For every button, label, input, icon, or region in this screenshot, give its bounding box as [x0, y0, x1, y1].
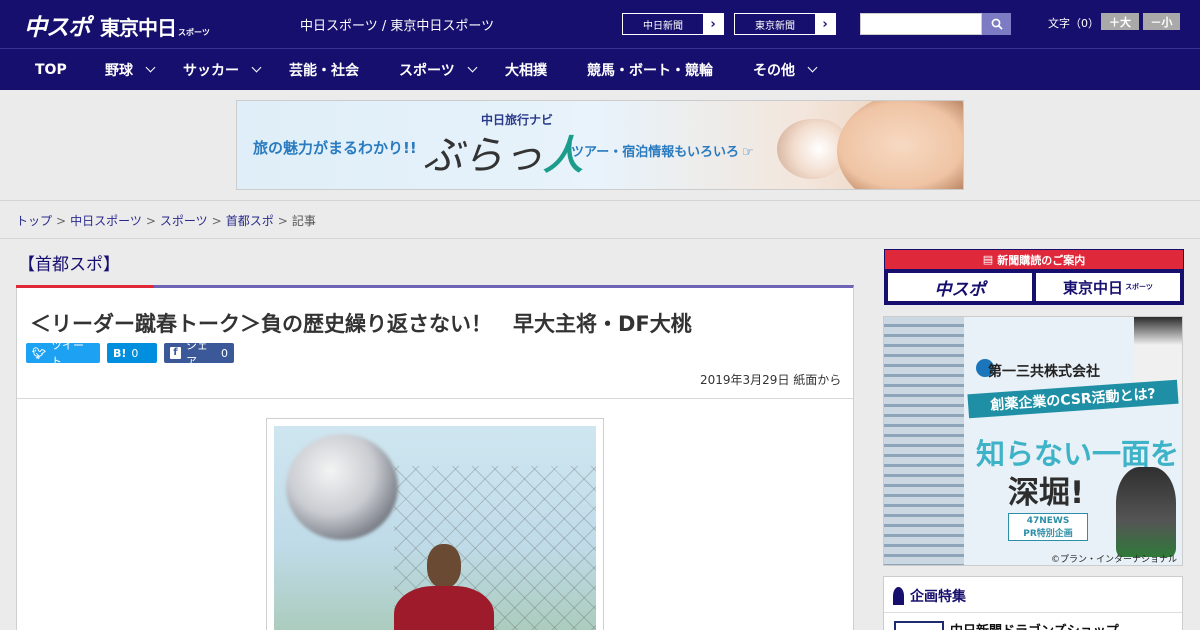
nav-item-top[interactable]: TOP — [35, 49, 67, 90]
tokyo-shinbun-link[interactable]: 東京新聞 › — [734, 13, 836, 35]
breadcrumb-separator: > — [56, 214, 67, 228]
nav-item-other[interactable]: その他 — [753, 49, 818, 90]
breadcrumb-top[interactable]: トップ — [16, 214, 52, 228]
tokyo-chunichi-logo-link[interactable]: 東京中日 スポーツ — [1036, 273, 1180, 301]
nav-label: 競馬・ボート・競輪 — [587, 62, 713, 79]
ext-link-label: 東京新聞 — [755, 20, 795, 32]
logo-chunichi: 中スポ — [24, 15, 91, 41]
sidebar-ad[interactable]: 第一三共株式会社 創薬企業のCSR活動とは? 知らない一面を 深堀! 47NEW… — [883, 316, 1183, 566]
travel-banner-ad[interactable]: 旅の魅力がまるわかり!! 中日旅行ナビ ぶらっ人 ツアー・宿泊情報もいろいろ ☞ — [236, 100, 964, 190]
nav-item-racing[interactable]: 競馬・ボート・競輪 — [587, 49, 713, 90]
logo-sub: スポーツ — [178, 28, 210, 37]
pr-line-2: PR特別企画 — [1023, 528, 1073, 539]
site-logo[interactable]: 中スポ 東京中日 スポーツ — [24, 8, 210, 41]
article-dateline: 2019年3月29日 紙面から — [700, 373, 842, 387]
font-size-label: 文字（0） — [1048, 17, 1099, 30]
nav-item-baseball[interactable]: 野球 — [105, 49, 156, 90]
logo-tokyo: 東京中日 — [100, 16, 177, 40]
feature-thumbnail[interactable] — [894, 621, 944, 630]
hatena-bookmark-button[interactable]: B! 0 — [107, 343, 157, 363]
breadcrumb-separator: > — [277, 214, 288, 228]
features-heading-label: 企画特集 — [910, 589, 966, 605]
chevron-down-icon — [807, 62, 818, 73]
article-headline: ＜リーダー蹴春トーク＞負の歴史繰り返さない！ 早大主将・DF大桃 — [30, 312, 692, 336]
soccer-ball — [286, 434, 398, 540]
pointing-hand-icon: ☞ — [741, 145, 754, 160]
newspaper-icon: ▤ — [982, 253, 994, 266]
breadcrumb-sports[interactable]: スポーツ — [160, 214, 208, 228]
banner-left-text: 旅の魅力がまるわかり!! — [253, 139, 417, 157]
logo-b-main: 東京中日 — [1063, 278, 1124, 297]
breadcrumb-bar: トップ > 中日スポーツ > スポーツ > 首都スポ > 記事 — [0, 200, 1200, 239]
article-photo[interactable] — [274, 426, 596, 630]
chevron-down-icon — [251, 62, 262, 73]
chevron-down-icon — [467, 62, 478, 73]
ad-headline-2: 深堀! — [1008, 475, 1085, 511]
main-nav: TOP 野球 サッカー 芸能・社会 スポーツ 大相撲 競馬・ボート・競輪 その他 — [0, 48, 1200, 90]
breadcrumb-shuto-supo[interactable]: 首都スポ — [226, 214, 274, 228]
ext-link-label: 中日新聞 — [643, 20, 683, 32]
banner-right-label: ツアー・宿泊情報もいろいろ — [571, 145, 739, 160]
chuspo-logo-link[interactable]: 中スポ — [888, 273, 1032, 301]
search-icon — [991, 18, 1003, 30]
player-head — [427, 544, 461, 588]
runner-image — [1116, 467, 1176, 557]
nav-item-sports[interactable]: スポーツ — [399, 49, 478, 90]
nav-label: その他 — [753, 62, 795, 79]
fb-share-count: 0 — [221, 346, 228, 360]
ribbon-icon — [893, 587, 904, 605]
player-jersey — [394, 586, 494, 630]
banner-brand: ぶらっ人 — [423, 123, 583, 181]
chevron-right-icon: › — [815, 14, 835, 34]
tweet-label: ツイート — [50, 339, 84, 368]
hatena-icon: B! — [113, 346, 127, 360]
nav-item-soccer[interactable]: サッカー — [183, 49, 262, 90]
features-divider — [884, 612, 1182, 613]
article-divider — [17, 398, 853, 399]
facebook-icon: f — [170, 347, 181, 359]
pr-line-1: 47NEWS — [1026, 515, 1070, 526]
font-increase-button[interactable]: ＋大 — [1101, 13, 1139, 30]
ad-credit: ©プラン・インターナショナル — [1051, 555, 1178, 565]
nav-item-entertainment[interactable]: 芸能・社会 — [289, 49, 359, 90]
nav-label: 芸能・社会 — [289, 62, 359, 79]
features-heading: 企画特集 — [893, 586, 966, 606]
nav-label: サッカー — [183, 62, 239, 79]
search-input[interactable] — [860, 13, 982, 35]
subscription-heading: ▤ 新聞購読のご案内 — [885, 250, 1183, 269]
font-decrease-button[interactable]: －小 — [1143, 13, 1180, 30]
breadcrumb-chunichi-sports[interactable]: 中日スポーツ — [70, 214, 142, 228]
nav-label: TOP — [35, 61, 67, 78]
chevron-down-icon — [145, 62, 156, 73]
search-button[interactable] — [982, 13, 1011, 35]
hatena-count: 0 — [131, 346, 139, 360]
nav-label: 野球 — [105, 62, 133, 79]
category-accent-line — [16, 285, 154, 288]
twitter-icon: 🐦︎ — [32, 346, 46, 360]
top-header: 中スポ 東京中日 スポーツ 中日スポーツ / 東京中日スポーツ 中日新聞 › 東… — [0, 0, 1200, 48]
feature-item-link[interactable]: 中日新聞ドラゴンズショップ — [950, 620, 1119, 630]
breadcrumb-current: 記事 — [291, 214, 316, 228]
nav-label: 大相撲 — [505, 62, 547, 79]
chevron-right-icon: › — [703, 14, 723, 34]
category-title: 【首都スポ】 — [18, 255, 120, 275]
breadcrumb-separator: > — [211, 214, 222, 228]
banner-right-text: ツアー・宿泊情報もいろいろ ☞ — [571, 141, 754, 160]
nav-item-sumo[interactable]: 大相撲 — [505, 49, 547, 90]
breadcrumb: トップ > 中日スポーツ > スポーツ > 首都スポ > 記事 — [16, 212, 316, 229]
chunichi-shinbun-link[interactable]: 中日新聞 › — [622, 13, 724, 35]
ad-company: 第一三共株式会社 — [988, 364, 1100, 380]
subscription-heading-label: 新聞購読のご案内 — [997, 253, 1086, 267]
logo-b-sub: スポーツ — [1125, 283, 1153, 291]
facebook-share-button[interactable]: f シェア 0 — [164, 339, 234, 368]
building-image — [884, 317, 964, 565]
nav-label: スポーツ — [399, 62, 455, 79]
pr-badge: 47NEWS PR特別企画 — [1008, 513, 1088, 541]
banner-brand-a: ぶらっ — [423, 133, 543, 179]
site-links[interactable]: 中日スポーツ / 東京中日スポーツ — [300, 15, 494, 34]
model-image — [837, 101, 963, 189]
fb-share-label: シェア — [185, 339, 208, 368]
tweet-button[interactable]: 🐦︎ ツイート — [26, 339, 100, 368]
breadcrumb-separator: > — [145, 214, 156, 228]
